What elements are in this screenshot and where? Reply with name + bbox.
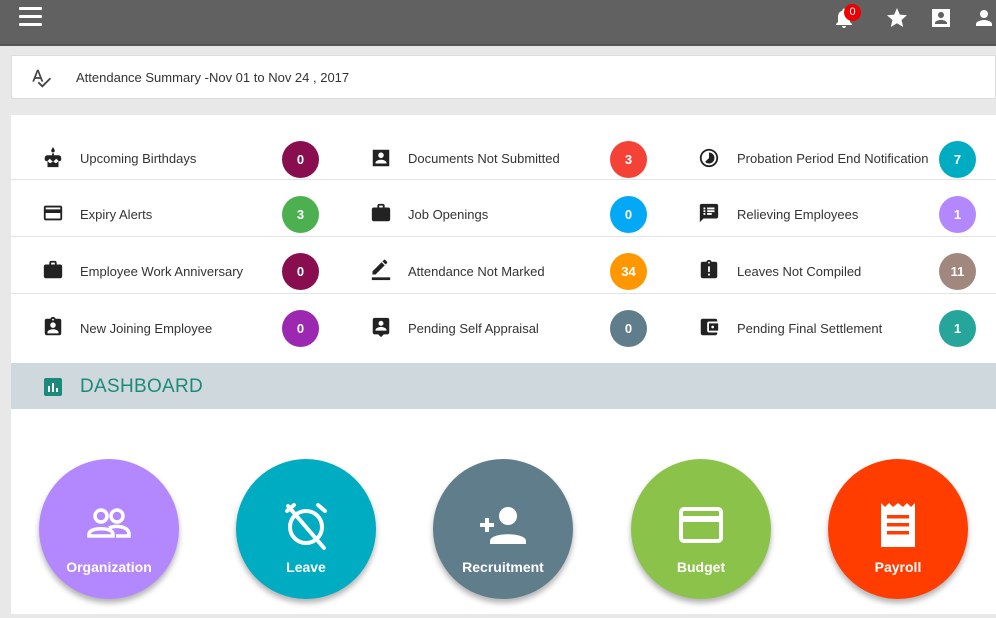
people-icon <box>84 501 134 551</box>
id-card-icon <box>370 147 392 169</box>
tile-label: Organization <box>66 559 152 575</box>
tile-label: Leave <box>286 559 326 575</box>
bell-icon[interactable]: 0 <box>832 4 861 30</box>
credit-card-icon <box>42 202 64 224</box>
briefcase-icon <box>42 259 64 281</box>
alert-label: Attendance Not Marked <box>408 264 545 279</box>
alert-count-badge: 3 <box>610 141 647 178</box>
alarm-off-icon <box>281 501 331 551</box>
tile-recruitment[interactable]: Recruitment <box>433 459 573 599</box>
alert-expiry-alerts[interactable]: Expiry Alerts 3 <box>11 180 339 237</box>
account-box-icon <box>370 316 392 338</box>
alert-count-badge: 0 <box>610 196 647 233</box>
edit-icon <box>370 259 392 281</box>
tile-organization[interactable]: Organization <box>39 459 179 599</box>
top-navbar: 0 <box>0 0 996 46</box>
alert-count-badge: 0 <box>282 253 319 290</box>
alert-pending-final-settlement[interactable]: Pending Final Settlement 1 <box>667 294 996 351</box>
alert-label: Pending Self Appraisal <box>408 321 539 336</box>
clipboard-account-icon <box>42 316 64 338</box>
alert-label: Employee Work Anniversary <box>80 264 244 279</box>
message-list-icon <box>698 202 720 224</box>
alert-row: Upcoming Birthdays 0 Documents Not Submi… <box>11 123 996 180</box>
receipt-icon <box>873 501 923 551</box>
notification-badge: 0 <box>844 4 861 21</box>
alert-row: New Joining Employee 0 Pending Self Appr… <box>11 294 996 351</box>
alert-leaves-not-compiled[interactable]: Leaves Not Compiled 11 <box>667 237 996 294</box>
dashboard-title: DASHBOARD <box>80 376 204 397</box>
alert-label: Expiry Alerts <box>80 207 153 222</box>
alert-count-badge: 11 <box>939 253 976 290</box>
alert-attendance-not-marked[interactable]: Attendance Not Marked 34 <box>339 237 667 294</box>
alert-job-openings[interactable]: Job Openings 0 <box>339 180 667 237</box>
alert-relieving-employees[interactable]: Relieving Employees 1 <box>667 180 996 237</box>
alert-label: New Joining Employee <box>80 321 213 336</box>
alert-work-anniversary[interactable]: Employee Work Anniversary 0 <box>11 237 339 294</box>
alert-label: Job Openings <box>408 207 489 222</box>
star-icon[interactable] <box>885 6 909 30</box>
contact-card-icon[interactable] <box>929 6 953 30</box>
dashboard-header: DASHBOARD <box>11 363 996 409</box>
alert-pending-self-appraisal[interactable]: Pending Self Appraisal 0 <box>339 294 667 351</box>
alert-label: Pending Final Settlement <box>737 321 883 336</box>
tile-label: Budget <box>676 559 726 575</box>
tile-payroll[interactable]: Payroll <box>828 459 968 599</box>
alert-count-badge: 34 <box>610 253 647 290</box>
alert-documents-not-submitted[interactable]: Documents Not Submitted 3 <box>339 123 667 180</box>
dashboard-tiles: Organization Leave Recruitment Budget Pa… <box>11 409 996 614</box>
bar-chart-icon <box>44 378 62 396</box>
alerts-panel: Upcoming Birthdays 0 Documents Not Submi… <box>11 115 996 363</box>
clipboard-alert-icon <box>698 259 720 281</box>
alert-probation-period-end[interactable]: Probation Period End Notification 7 <box>667 123 996 180</box>
wallet-icon <box>698 316 720 338</box>
alert-label: Upcoming Birthdays <box>80 151 197 166</box>
alert-row: Employee Work Anniversary 0 Attendance N… <box>11 237 996 294</box>
tile-leave[interactable]: Leave <box>236 459 376 599</box>
alert-label: Documents Not Submitted <box>408 151 560 166</box>
person-add-icon <box>478 501 528 551</box>
alert-row: Expiry Alerts 3 Job Openings 0 Relieving… <box>11 180 996 237</box>
timelapse-icon <box>698 147 720 169</box>
alert-count-badge: 1 <box>939 310 976 347</box>
alert-count-badge: 0 <box>282 141 319 178</box>
alert-count-badge: 7 <box>939 141 976 178</box>
alert-new-joining-employee[interactable]: New Joining Employee 0 <box>11 294 339 351</box>
credit-card-icon <box>676 501 726 551</box>
briefcase-icon <box>370 202 392 224</box>
menu-icon[interactable] <box>19 7 42 27</box>
alert-label: Probation Period End Notification <box>737 151 929 166</box>
alert-count-badge: 0 <box>610 310 647 347</box>
summary-title: Attendance Summary -Nov 01 to Nov 24 , 2… <box>76 70 350 85</box>
alert-count-badge: 1 <box>939 196 976 233</box>
tile-label: Payroll <box>874 559 922 575</box>
tile-label: Recruitment <box>462 559 544 575</box>
user-icon[interactable] <box>972 6 996 30</box>
alert-count-badge: 3 <box>282 196 319 233</box>
tile-budget[interactable]: Budget <box>631 459 771 599</box>
alert-upcoming-birthdays[interactable]: Upcoming Birthdays 0 <box>11 123 339 180</box>
alert-count-badge: 0 <box>282 310 319 347</box>
attendance-summary-bar: Attendance Summary -Nov 01 to Nov 24 , 2… <box>11 55 996 99</box>
spellcheck-icon <box>30 67 52 89</box>
alert-label: Relieving Employees <box>737 207 859 222</box>
alert-label: Leaves Not Compiled <box>737 264 862 279</box>
cake-icon <box>42 147 64 169</box>
